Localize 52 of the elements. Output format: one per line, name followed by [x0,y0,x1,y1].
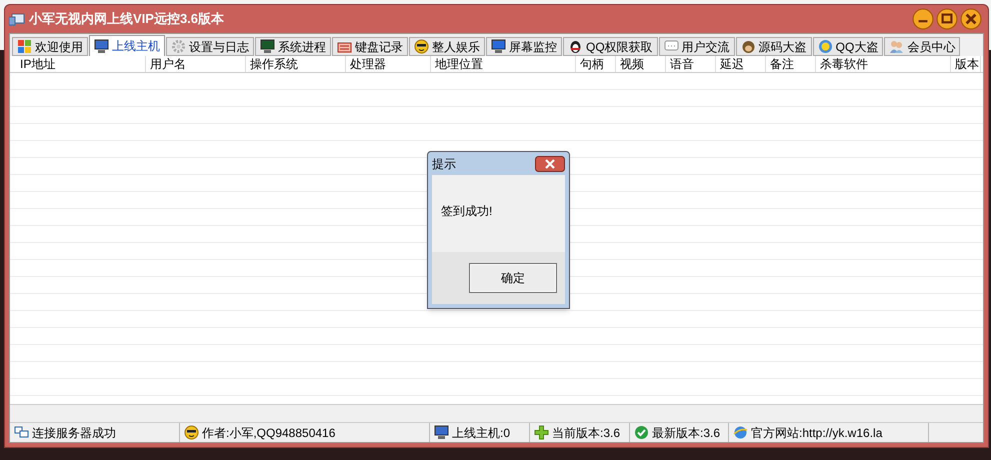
smiley-icon [414,39,429,54]
column-header[interactable]: 用户名 [146,56,246,72]
tab[interactable]: 会员中心 [884,37,960,56]
ok-button[interactable]: 确定 [469,263,557,293]
column-header[interactable]: 句柄 [576,56,616,72]
dialog-message: 签到成功! [441,203,492,220]
monitor-icon [260,39,275,54]
tab[interactable]: 源码大盗 [736,37,812,56]
tab[interactable]: 上线主机 [89,35,165,56]
tab[interactable]: 欢迎使用 [12,37,88,56]
dialog-title: 提示 [432,156,456,172]
status-text: 作者:小军,QQ948850416 [202,424,336,442]
status-text: 连接服务器成功 [32,424,116,442]
gear-icon [171,39,186,54]
smiley-icon [184,425,199,440]
tab[interactable]: 设置与日志 [166,37,254,56]
network-icon [14,425,29,440]
status-text: 上线主机:0 [452,424,510,442]
column-header[interactable]: 视频 [616,56,666,72]
column-header[interactable]: 处理器 [346,56,431,72]
tab[interactable]: 系统进程 [255,37,331,56]
column-header[interactable]: 地理位置 [431,56,576,72]
status-text: 官方网站:http://yk.w16.la [751,424,882,442]
minimize-button[interactable] [912,8,934,30]
globe-icon [733,425,748,440]
column-header[interactable]: 延迟 [716,56,766,72]
tab[interactable]: 用户交流 [658,37,735,56]
maximize-button[interactable] [936,8,958,30]
status-text: 最新版本:3.6 [652,424,720,442]
monitor-icon [434,425,449,440]
column-header[interactable]: 版本 [951,56,981,72]
column-header[interactable]: 杀毒软件 [816,56,951,72]
status-text: 当前版本:3.6 [552,424,620,442]
check-icon [634,425,649,440]
column-header[interactable]: 操作系统 [246,56,346,72]
column-header[interactable]: 备注 [766,56,816,72]
monitor-icon [491,39,506,54]
column-header[interactable]: IP地址 [16,56,146,72]
tab[interactable]: 键盘记录 [332,37,408,56]
close-button[interactable] [535,156,565,172]
column-header[interactable]: 语音 [666,56,716,72]
tab[interactable]: 整人娱乐 [409,37,485,56]
app-icon [9,12,25,26]
monitor-icon [94,38,109,54]
tab[interactable]: QQ大盗 [812,37,884,56]
close-button[interactable] [960,8,982,30]
window-icon [17,39,32,54]
plus-icon [534,425,549,440]
window-title: 小军无视内网上线VIP远控3.6版本 [29,10,224,28]
tab[interactable]: 屏幕监控 [486,37,562,56]
users-icon [889,39,904,54]
tab[interactable]: QQ权限获取 [563,37,658,56]
